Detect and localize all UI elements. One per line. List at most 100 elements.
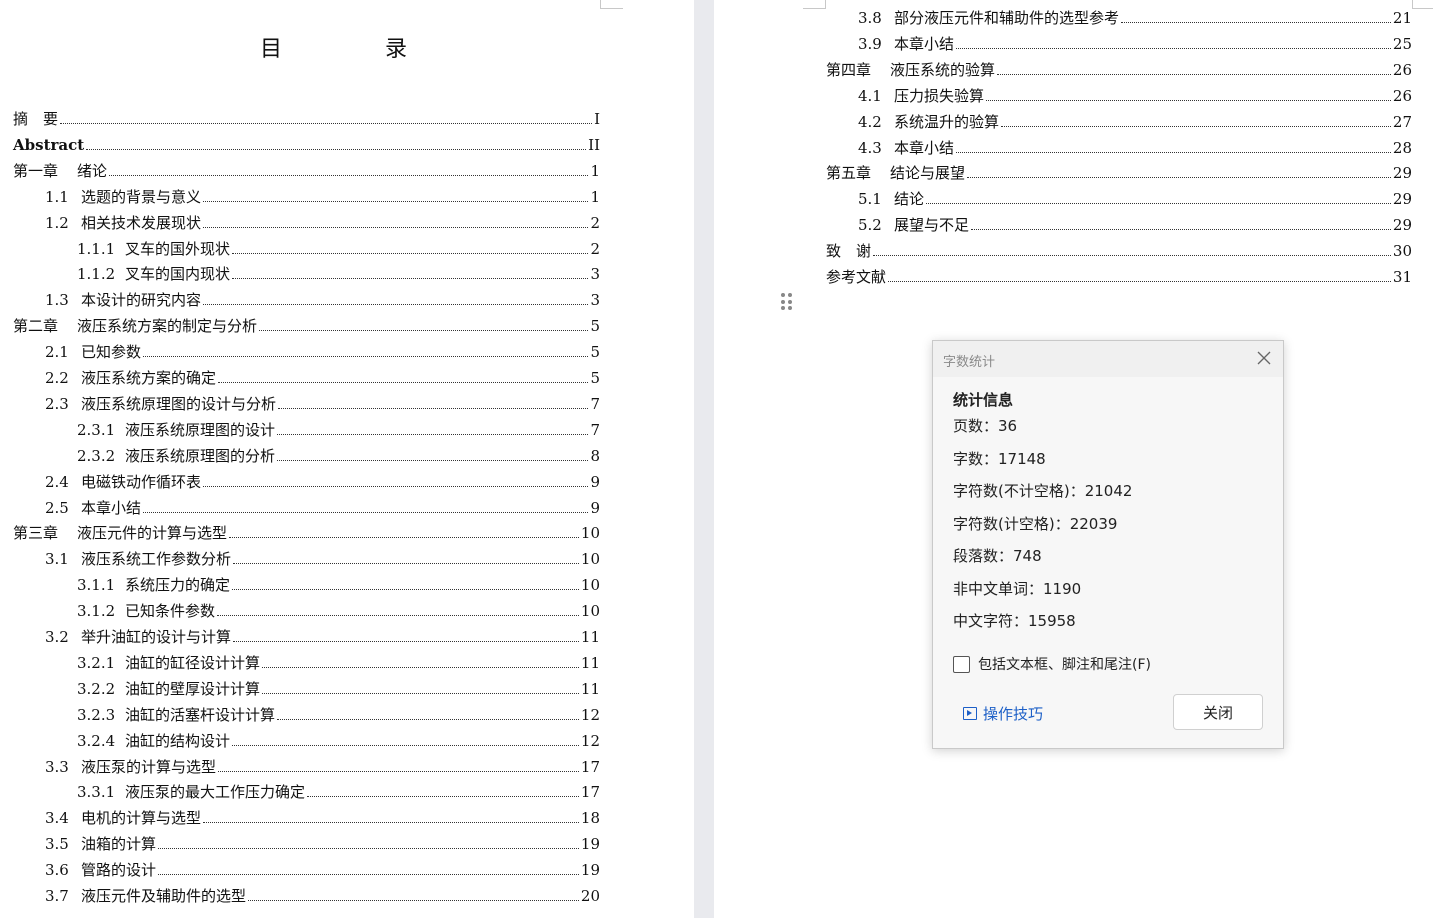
close-icon[interactable]	[1255, 349, 1273, 367]
toc-entry-title: 叉车的国外现状	[125, 239, 231, 258]
toc-entry[interactable]: 3.2.1 油缸的缸径设计计算 11	[77, 652, 600, 672]
toc-entry-title: 油缸的壁厚设计计算	[125, 679, 261, 698]
toc-entry[interactable]: 3.9 本章小结 25	[858, 33, 1412, 53]
toc-entry[interactable]: 2.3.2 液压系统原理图的分析 8	[77, 445, 600, 465]
toc-entry[interactable]: 1.1.2 叉车的国内现状 3	[77, 263, 600, 283]
stats-heading: 统计信息	[953, 391, 1014, 409]
toc-entry[interactable]: 3.7 液压元件及辅助件的选型 20	[45, 885, 600, 905]
toc-entry-number: 2.1	[45, 343, 69, 362]
toc-entry-number: 4.2	[858, 112, 882, 131]
stat-words: 字数：17148	[953, 449, 1046, 468]
toc-entry[interactable]: 3.2.3 油缸的活塞杆设计计算 12	[77, 704, 600, 724]
toc-entry[interactable]: 3.2 举升油缸的设计与计算 11	[45, 626, 600, 646]
toc-leader-dots	[956, 151, 1391, 153]
toc-entry-page: 5	[590, 317, 600, 336]
toc-entry[interactable]: 2.4 电磁铁动作循环表 9	[45, 471, 600, 491]
toc-entry[interactable]: 2.5 本章小结 9	[45, 497, 600, 517]
toc-entry-page: 25	[1392, 34, 1412, 53]
toc-entry[interactable]: 1.3 本设计的研究内容 3	[45, 289, 600, 309]
toc-leader-dots	[158, 847, 579, 850]
toc-entry-title: 液压系统原理图的设计与分析	[81, 394, 277, 413]
toc-entry[interactable]: 1.1 选题的背景与意义 1	[45, 186, 600, 206]
toc-entry-title: 结论	[894, 190, 925, 209]
toc-entry-page: 29	[1392, 216, 1412, 235]
toc-entry[interactable]: 5.2 展望与不足 29	[858, 214, 1412, 234]
toc-leader-dots	[248, 899, 579, 901]
toc-entry[interactable]: 3.1 液压系统工作参数分析 10	[45, 548, 600, 568]
toc-entry-number: 第三章	[13, 524, 59, 543]
toc-entry[interactable]: 4.3 本章小结 28	[858, 137, 1412, 157]
toc-entry-number: 1.3	[45, 291, 69, 310]
toc-entry-page: 9	[590, 498, 600, 517]
toc-entry-number: 2.4	[45, 472, 69, 491]
toc-entry-number: 4.1	[858, 86, 882, 105]
toc-entry[interactable]: 2.2 液压系统方案的确定 5	[45, 367, 600, 387]
toc-entry-page: I	[594, 110, 600, 128]
toc-entry[interactable]: 摘 要I	[13, 108, 600, 128]
toc-entry[interactable]: 3.3.1 液压泵的最大工作压力确定 17	[77, 781, 600, 801]
toc-leader-dots	[217, 614, 579, 617]
toc-entry[interactable]: 4.2 系统温升的验算 27	[858, 111, 1412, 131]
toc-entry-number: 3.3.1	[77, 783, 116, 802]
toc-entry[interactable]: 4.1 压力损失验算 26	[858, 85, 1412, 105]
toc-leader-dots	[997, 73, 1391, 75]
toc-leader-dots	[86, 148, 587, 150]
toc-entry[interactable]: 3.5 油箱的计算 19	[45, 833, 600, 853]
toc-entry-number: 3.2.1	[77, 653, 116, 672]
toc-entry[interactable]: 3.1.1 系统压力的确定 10	[77, 574, 600, 594]
toc-entry-number: 5.2	[858, 216, 882, 235]
toc-entry-page: 27	[1392, 112, 1412, 131]
toc-entry-number: 3.1.2	[77, 602, 116, 621]
include-textbox-checkbox[interactable]	[953, 655, 970, 673]
toc-leader-dots	[1001, 125, 1391, 127]
toc-entry-title: 液压系统方案的确定	[81, 369, 217, 387]
tips-link[interactable]: 操作技巧	[963, 703, 1043, 724]
toc-entry-title: 油缸的结构设计	[125, 731, 231, 750]
toc-entry[interactable]: 3.2.4 油缸的结构设计 12	[77, 730, 600, 750]
toc-entry-title: 本章小结	[894, 138, 955, 157]
toc-leader-dots	[956, 47, 1391, 49]
toc-leader-dots	[229, 536, 579, 539]
toc-entry[interactable]: 第四章 液压系统的验算 26	[826, 59, 1412, 79]
close-button[interactable]: 关闭	[1173, 694, 1263, 730]
toc-leader-dots	[986, 99, 1391, 101]
toc-entry[interactable]: 3.1.2 已知条件参数 10	[77, 600, 600, 620]
toc-leader-dots	[203, 200, 589, 202]
toc-entry[interactable]: 3.3 液压泵的计算与选型 17	[45, 756, 600, 776]
toc-entry[interactable]: 第五章 结论与展望 29	[826, 162, 1412, 182]
toc-entry[interactable]: 3.4 电机的计算与选型 18	[45, 807, 600, 827]
toc-entry-number: 3.3	[45, 757, 69, 776]
toc-entry-page: 26	[1392, 86, 1412, 105]
toc-entry[interactable]: 5.1 结论 29	[858, 188, 1412, 208]
toc-entry-number: 2.3	[45, 394, 69, 413]
toc-leader-dots	[203, 303, 589, 306]
stat-non-chinese-words: 非中文单词：1190	[953, 579, 1082, 598]
toc-entry[interactable]: 1.2 相关技术发展现状 2	[45, 212, 600, 232]
toc-entry[interactable]: 第三章 液压元件的计算与选型 10	[13, 522, 600, 542]
toc-entry[interactable]: 第二章 液压系统方案的制定与分析 5	[13, 315, 600, 335]
toc-entry[interactable]: 参考文献 31	[826, 266, 1412, 286]
toc-entry[interactable]: 3.6 管路的设计 19	[45, 859, 600, 879]
toc-leader-dots	[926, 202, 1391, 205]
toc-entry[interactable]: 3.2.2 油缸的壁厚设计计算 11	[77, 678, 600, 698]
toc-entry[interactable]: 第一章 绪论 1	[13, 160, 600, 180]
toc-entry-page: II	[588, 135, 600, 154]
include-textbox-option[interactable]: 包括文本框、脚注和尾注(F)	[953, 654, 1151, 674]
toc-entry[interactable]: 1.1.1 叉车的国外现状 2	[77, 238, 600, 258]
toc-leader-dots	[232, 744, 579, 746]
toc-entry-page: 11	[580, 679, 600, 698]
drag-handle-icon[interactable]	[781, 293, 793, 311]
toc-entry[interactable]: 致 谢 30	[826, 240, 1412, 260]
toc-entry-title: 摘 要	[13, 110, 59, 128]
toc-entry[interactable]: Abstract II	[13, 134, 600, 154]
page-corner-mark	[1412, 0, 1433, 9]
toc-entry[interactable]: 2.1 已知参数 5	[45, 341, 600, 361]
toc-entry[interactable]: 2.3.1 液压系统原理图的设计 7	[77, 419, 600, 439]
toc-entry-page: 28	[1392, 138, 1412, 157]
toc-entry-title: 展望与不足	[894, 216, 970, 235]
toc-leader-dots	[259, 329, 589, 332]
toc-entry-page: 30	[1392, 242, 1412, 261]
toc-entry-title: 液压系统方案的制定与分析	[77, 317, 258, 336]
toc-entry[interactable]: 3.8 部分液压元件和辅助件的选型参考 21	[858, 7, 1412, 27]
toc-entry[interactable]: 2.3 液压系统原理图的设计与分析 7	[45, 393, 600, 413]
